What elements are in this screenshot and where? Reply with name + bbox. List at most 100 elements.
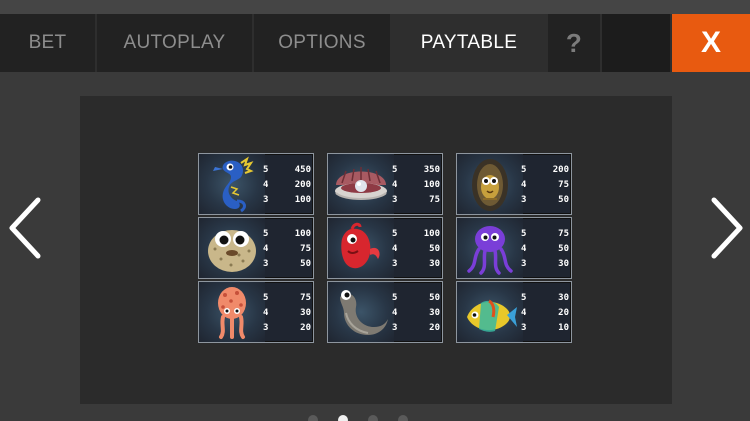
pay-count: 4 [263,243,269,254]
tab-bet[interactable]: BET [0,14,95,72]
pay-count: 4 [263,307,269,318]
pay-count: 4 [521,307,527,318]
paytable-cell-tropical-fish: 5 30 4 20 3 10 [456,281,572,343]
pay-count: 5 [392,292,398,303]
pay-list: 5 75 4 30 3 20 [263,290,311,335]
tab-autoplay[interactable]: AUTOPLAY [97,14,252,72]
pay-amount: 200 [552,164,569,175]
pay-amount: 10 [558,322,569,333]
pay-count: 3 [392,322,398,333]
pay-amount: 100 [423,228,440,239]
pay-row: 3 50 [521,192,569,207]
pay-amount: 50 [558,194,569,205]
pay-row: 5 30 [521,290,569,305]
pay-amount: 50 [429,243,440,254]
pay-amount: 30 [429,258,440,269]
pay-amount: 100 [294,194,311,205]
pay-row: 4 100 [392,177,440,192]
pay-list: 5 30 4 20 3 10 [521,290,569,335]
pay-count: 5 [521,228,527,239]
pay-row: 3 20 [263,320,311,335]
grey-eel-icon [330,283,392,341]
top-strip [0,0,750,14]
page-indicator [0,413,750,421]
close-button[interactable]: X [672,14,750,72]
pay-count: 4 [521,179,527,190]
pufferfish-icon [201,219,263,277]
pay-list: 5 75 4 50 3 30 [521,226,569,271]
fish-in-shell-icon [459,155,521,213]
pay-amount: 100 [423,179,440,190]
pay-row: 4 20 [521,305,569,320]
pay-row: 4 75 [263,241,311,256]
pay-row: 5 100 [263,226,311,241]
pay-row: 3 30 [392,256,440,271]
pay-amount: 200 [294,179,311,190]
help-button[interactable]: ? [548,14,600,72]
pay-count: 3 [521,194,527,205]
pay-row: 4 50 [392,241,440,256]
paytable-cell-fish-in-shell: 5 200 4 75 3 50 [456,153,572,215]
pay-count: 3 [521,322,527,333]
page-dot[interactable] [368,415,378,421]
pay-amount: 350 [423,164,440,175]
pay-count: 5 [263,228,269,239]
next-page-arrow-icon[interactable] [704,196,748,260]
tab-blank [602,14,670,72]
pay-amount: 20 [558,307,569,318]
prev-page-arrow-icon[interactable] [4,196,48,260]
pay-amount: 30 [558,258,569,269]
pay-amount: 75 [558,179,569,190]
pay-amount: 30 [300,307,311,318]
pay-row: 3 100 [263,192,311,207]
paytable-cell-purple-octopus: 5 75 4 50 3 30 [456,217,572,279]
pay-count: 5 [392,164,398,175]
pay-count: 3 [392,194,398,205]
pay-row: 3 30 [521,256,569,271]
pay-row: 4 75 [521,177,569,192]
pay-amount: 50 [558,243,569,254]
pay-amount: 20 [300,322,311,333]
pay-row: 4 50 [521,241,569,256]
pay-amount: 50 [300,258,311,269]
tab-options[interactable]: OPTIONS [254,14,390,72]
pay-amount: 30 [558,292,569,303]
pay-count: 4 [263,179,269,190]
pay-count: 4 [392,307,398,318]
pay-list: 5 50 4 30 3 20 [392,290,440,335]
pay-amount: 75 [300,243,311,254]
page-dot[interactable] [308,415,318,421]
page-dot[interactable] [398,415,408,421]
pay-row: 3 20 [392,320,440,335]
page-dot-active[interactable] [338,415,348,421]
pay-row: 3 50 [263,256,311,271]
pay-count: 3 [263,258,269,269]
pay-amount: 50 [429,292,440,303]
pay-list: 5 450 4 200 3 100 [263,162,311,207]
pay-list: 5 200 4 75 3 50 [521,162,569,207]
paytable-cell-spotted-squid: 5 75 4 30 3 20 [198,281,314,343]
pay-row: 5 450 [263,162,311,177]
pay-count: 4 [521,243,527,254]
pay-count: 4 [392,179,398,190]
pay-row: 5 200 [521,162,569,177]
tab-paytable[interactable]: PAYTABLE [392,14,546,72]
pay-row: 5 75 [521,226,569,241]
pay-row: 5 100 [392,226,440,241]
pay-amount: 75 [558,228,569,239]
pay-amount: 75 [429,194,440,205]
pay-row: 4 200 [263,177,311,192]
paytable-cell-red-fish: 5 100 4 50 3 30 [327,217,443,279]
pay-count: 4 [392,243,398,254]
pay-amount: 75 [300,292,311,303]
pay-row: 3 75 [392,192,440,207]
top-bar: BET AUTOPLAY OPTIONS PAYTABLE ? X [0,0,750,72]
tropical-fish-icon [459,283,521,341]
pay-list: 5 100 4 75 3 50 [263,226,311,271]
pay-row: 5 350 [392,162,440,177]
pay-count: 5 [392,228,398,239]
pay-count: 5 [521,292,527,303]
pay-count: 3 [263,194,269,205]
paytable-grid: 5 450 4 200 3 100 5 350 4 100 3 75 5 200… [198,153,572,343]
paytable-cell-grey-eel: 5 50 4 30 3 20 [327,281,443,343]
